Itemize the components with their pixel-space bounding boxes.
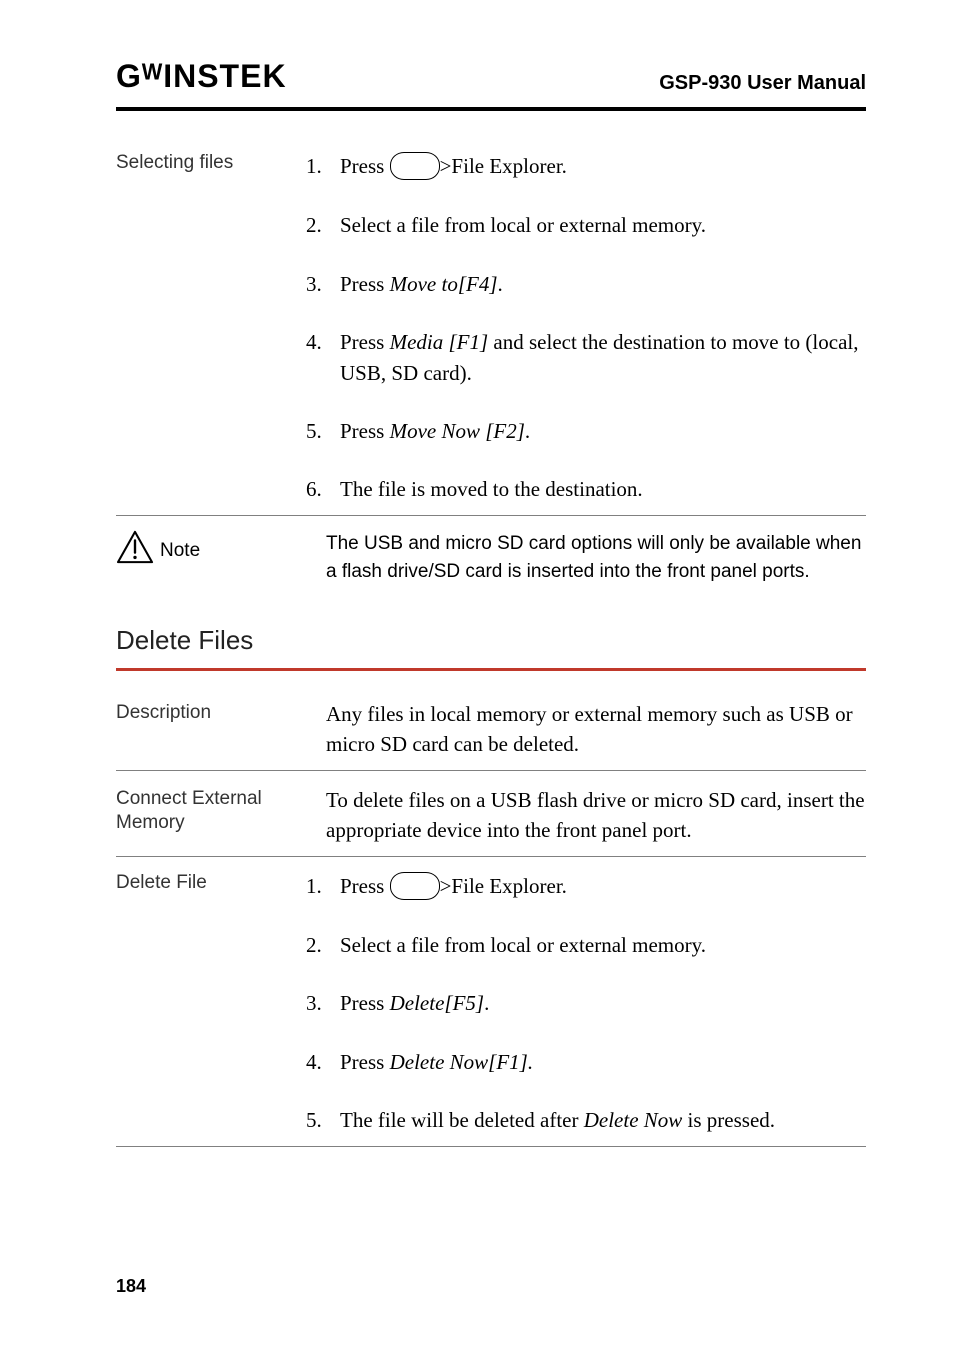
header-rule — [116, 107, 866, 111]
description-label: Description — [116, 699, 306, 726]
connect-external-block: Connect External Memory To delete files … — [116, 785, 866, 846]
delete-file-steps: Press >File Explorer. Select a file from… — [306, 871, 866, 1136]
section-rule — [116, 668, 866, 671]
step-item: Press >File Explorer. — [306, 151, 866, 182]
step-item: Press Media [F1] and select the destinat… — [306, 327, 866, 388]
step-key: Delete Now[F1]. — [390, 1050, 533, 1074]
delete-file-block: Delete File Press >File Explorer. Select… — [116, 871, 866, 1140]
step-text: . — [484, 991, 489, 1015]
divider — [116, 856, 866, 857]
step-text: Press — [340, 272, 390, 296]
step-item: Select a file from local or external mem… — [306, 930, 866, 960]
step-key: Move to[F4] — [390, 272, 498, 296]
step-item: The file will be deleted after Delete No… — [306, 1105, 866, 1135]
step-key: Media [F1] — [390, 330, 489, 354]
selecting-files-steps: Press >File Explorer. Select a file from… — [306, 151, 866, 505]
step-item: Press Delete Now[F1]. — [306, 1047, 866, 1077]
step-item: Press Move to[F4]. — [306, 269, 866, 299]
page-number: 184 — [116, 1276, 146, 1297]
step-text: The file is moved to the destination. — [340, 477, 643, 501]
step-text: Select a file from local or external mem… — [340, 933, 706, 957]
note-label: Note — [160, 540, 200, 562]
page-header: GᵂINSTEK GSP-930 User Manual — [116, 58, 866, 105]
step-text: Press — [340, 1050, 390, 1074]
manual-title: GSP-930 User Manual — [659, 72, 866, 95]
selecting-files-label: Selecting files — [116, 151, 306, 176]
divider — [116, 515, 866, 516]
step-text: Press — [340, 874, 390, 898]
step-text: . — [498, 272, 503, 296]
step-text: Press — [340, 154, 390, 178]
step-text: Press — [340, 991, 390, 1015]
note-block: Note The USB and micro SD card options w… — [116, 530, 866, 587]
step-key: Delete[F5] — [390, 991, 484, 1015]
divider — [116, 770, 866, 771]
divider — [116, 1146, 866, 1147]
delete-file-label: Delete File — [116, 871, 306, 896]
step-key: Delete Now — [584, 1108, 683, 1132]
selecting-files-block: Selecting files Press >File Explorer. Se… — [116, 151, 866, 509]
step-item: Select a file from local or external mem… — [306, 210, 866, 240]
brand-logo: GᵂINSTEK — [116, 58, 287, 95]
description-text: Any files in local memory or external me… — [306, 699, 866, 760]
step-item: Press Move Now [F2]. — [306, 416, 866, 446]
description-block: Description Any files in local memory or… — [116, 699, 866, 760]
button-oval-icon — [390, 872, 440, 900]
step-text: is pressed. — [682, 1108, 775, 1132]
warning-icon — [116, 530, 156, 569]
step-text: Select a file from local or external mem… — [340, 213, 706, 237]
step-text: . — [525, 419, 530, 443]
step-item: Press Delete[F5]. — [306, 988, 866, 1018]
step-text: The file will be deleted after — [340, 1108, 584, 1132]
connect-external-text: To delete files on a USB flash drive or … — [306, 785, 866, 846]
note-text: The USB and micro SD card options will o… — [326, 533, 861, 583]
step-key: Move Now [F2] — [390, 419, 525, 443]
step-item: The file is moved to the destination. — [306, 474, 866, 504]
delete-files-heading: Delete Files — [116, 625, 866, 656]
step-text: Press — [340, 419, 390, 443]
connect-external-label: Connect External Memory — [116, 785, 306, 836]
step-text: Press — [340, 330, 390, 354]
step-text: >File Explorer. — [440, 874, 567, 898]
button-oval-icon — [390, 152, 440, 180]
step-item: Press >File Explorer. — [306, 871, 866, 902]
step-text: >File Explorer. — [440, 154, 567, 178]
